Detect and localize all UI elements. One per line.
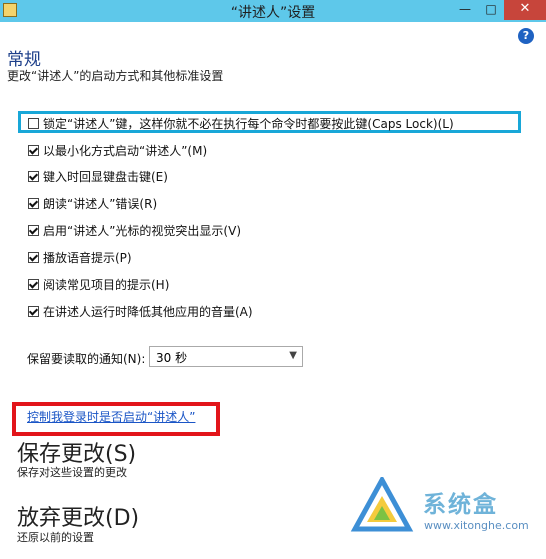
chevron-down-icon: ▼ <box>289 350 297 361</box>
select-value: 30 秒 <box>156 351 188 365</box>
save-changes-description: 保存对这些设置的更改 <box>17 466 127 479</box>
notification-label: 保留要读取的通知(N): <box>27 352 146 366</box>
option-lower-volume[interactable]: 在讲述人运行时降低其他应用的音量(A) <box>28 303 253 319</box>
maximize-button[interactable]: □ <box>478 0 504 20</box>
option-label: 朗读“讲述人”错误(R) <box>43 196 158 211</box>
option-label: 在讲述人运行时降低其他应用的音量(A) <box>43 304 253 319</box>
option-label: 以最小化方式启动“讲述人”(M) <box>43 143 208 158</box>
option-start-minimized[interactable]: 以最小化方式启动“讲述人”(M) <box>28 142 207 158</box>
close-button[interactable]: ✕ <box>504 0 546 20</box>
checkbox[interactable] <box>28 251 39 263</box>
watermark-url: www.xitonghe.com <box>424 519 529 532</box>
discard-changes-button[interactable]: 放弃更改(D) <box>17 500 139 532</box>
title-bar: “讲述人”设置 — □ ✕ <box>0 0 546 22</box>
startup-control-link[interactable]: 控制我登录时是否启动“讲述人” <box>27 408 195 425</box>
notification-duration-select[interactable]: 30 秒 ▼ <box>149 346 303 367</box>
checkbox[interactable] <box>28 197 39 209</box>
checkbox[interactable] <box>28 224 39 236</box>
option-label: 锁定“讲述人”键，这样你就不必在执行每个命令时都要按此键(Caps Lock)(… <box>43 116 454 131</box>
option-highlight-cursor[interactable]: 启用“讲述人”光标的视觉突出显示(V) <box>28 222 241 238</box>
watermark-text: 系统盒 <box>423 492 498 518</box>
minimize-button[interactable]: — <box>452 0 478 20</box>
checkbox[interactable] <box>28 278 39 290</box>
checkbox[interactable] <box>28 305 39 317</box>
page-subtitle: 更改“讲述人”的启动方式和其他标准设置 <box>7 69 224 83</box>
option-label: 播放语音提示(P) <box>43 250 132 265</box>
option-audio-cues[interactable]: 播放语音提示(P) <box>28 249 132 265</box>
watermark-logo-icon <box>350 477 414 532</box>
checkbox[interactable] <box>28 144 39 156</box>
option-label: 键入时回显键盘击键(E) <box>43 169 168 184</box>
option-read-hints[interactable]: 阅读常见项目的提示(H) <box>28 276 169 292</box>
discard-changes-description: 还原以前的设置 <box>17 531 94 544</box>
help-icon[interactable]: ? <box>518 28 534 44</box>
option-label: 阅读常见项目的提示(H) <box>43 277 170 292</box>
option-lock-narrator-key[interactable]: 锁定“讲述人”键，这样你就不必在执行每个命令时都要按此键(Caps Lock)(… <box>28 115 454 131</box>
option-echo-keystrokes[interactable]: 键入时回显键盘击键(E) <box>28 168 168 184</box>
settings-content: ? 常规 更改“讲述人”的启动方式和其他标准设置 锁定“讲述人”键，这样你就不必… <box>0 22 546 559</box>
checkbox[interactable] <box>28 170 39 182</box>
option-read-errors[interactable]: 朗读“讲述人”错误(R) <box>28 195 157 211</box>
option-label: 启用“讲述人”光标的视觉突出显示(V) <box>43 223 242 238</box>
checkbox[interactable] <box>28 117 39 129</box>
